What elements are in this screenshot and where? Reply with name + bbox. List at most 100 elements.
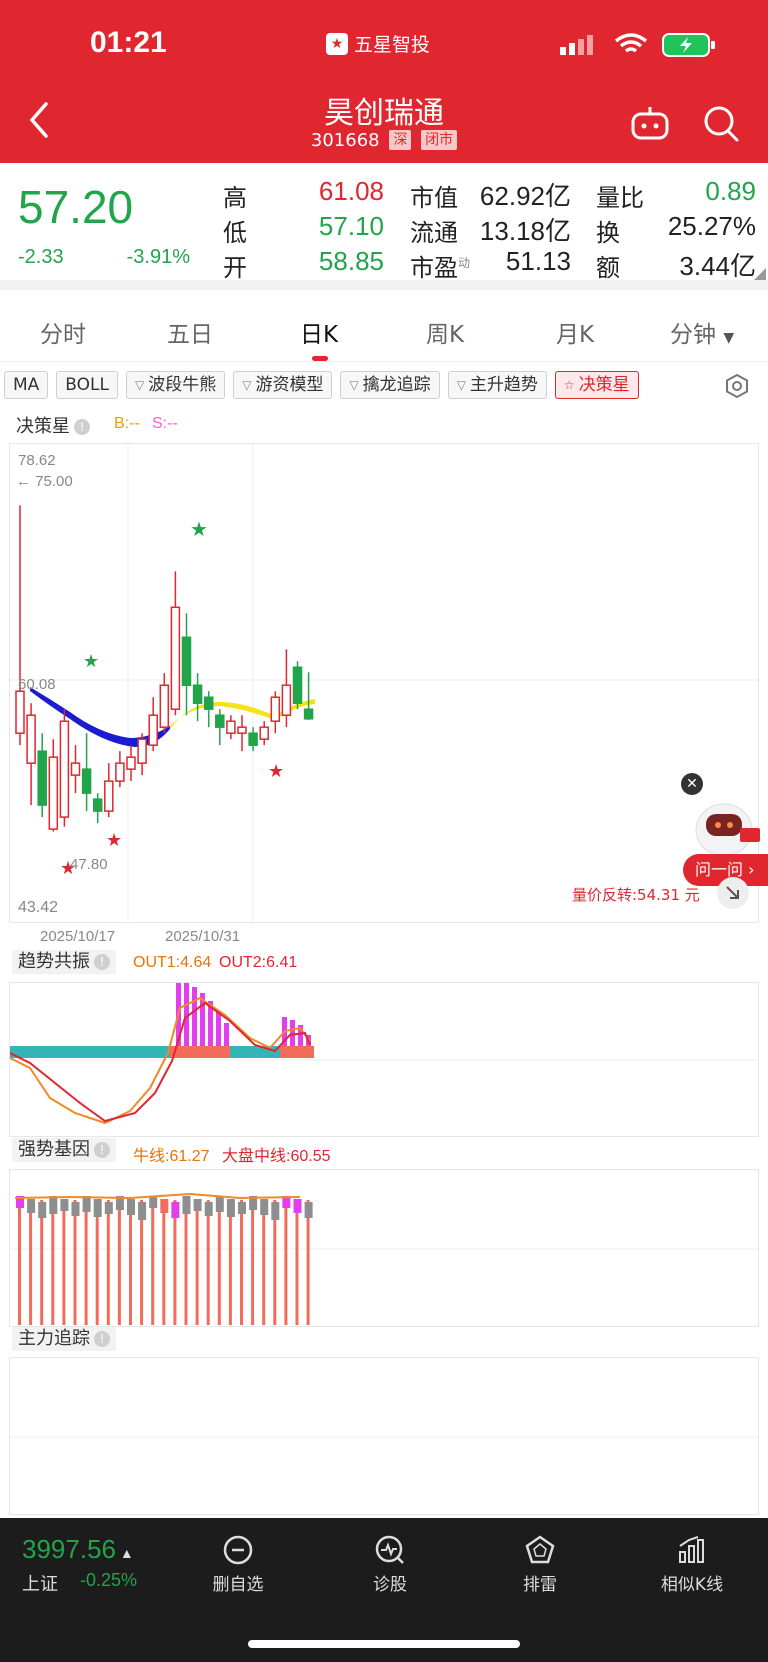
candle-body: [181, 636, 192, 686]
main-force-chart: [10, 1436, 760, 1438]
index-change: -0.25%: [80, 1570, 138, 1590]
strength-bar: [217, 1200, 221, 1325]
candle-body: [292, 666, 303, 704]
candle-body: [192, 684, 203, 704]
green-star-mark: ★: [190, 517, 208, 541]
similar-k-button[interactable]: 相似K线: [642, 1534, 742, 1595]
chip-band-bull-bear[interactable]: ▽ 波段牛熊: [125, 371, 226, 399]
candle-body: [303, 708, 314, 720]
candle-body: [48, 756, 59, 830]
risk-check-label: 排雷: [523, 1575, 557, 1595]
strength-market-line: 大盘中线:60.55: [222, 1148, 331, 1165]
similar-k-label: 相似K线: [660, 1575, 724, 1595]
risk-check-button[interactable]: 排雷: [490, 1534, 590, 1595]
strength-box: [193, 1199, 202, 1211]
strength-panel-title-text: 强势基因: [18, 1139, 90, 1160]
red-star-mark: ★: [106, 830, 122, 851]
y-mid-mark: 60.08: [18, 676, 56, 693]
index-value[interactable]: 3997.56 ▲: [22, 1534, 134, 1565]
home-indicator: [248, 1640, 520, 1648]
strength-bar: [62, 1200, 66, 1325]
strength-box: [293, 1199, 302, 1213]
market-state-tag: 闭市: [421, 130, 458, 150]
pe-label-sup: 动: [458, 256, 471, 270]
search-icon[interactable]: [702, 104, 740, 142]
info-icon[interactable]: !: [94, 1331, 110, 1347]
chip-decision-star[interactable]: ☆ 决策星: [554, 371, 639, 399]
high-label: 高: [223, 185, 247, 212]
y-min-label: 43.42: [18, 899, 59, 916]
float-cap-value: 13.18亿: [479, 216, 571, 246]
active-tab-indicator: [312, 356, 328, 361]
strength-box: [204, 1202, 213, 1216]
settings-icon[interactable]: [724, 373, 750, 399]
robot-icon[interactable]: [630, 104, 670, 142]
status-icons: [560, 32, 716, 58]
triangle-up-icon: ▲: [115, 1545, 134, 1561]
strength-box: [104, 1202, 113, 1214]
market-cap-value: 62.92亿: [479, 181, 571, 211]
strength-bar: [151, 1200, 155, 1325]
strength-box: [238, 1202, 246, 1214]
strength-box: [27, 1199, 36, 1213]
chip-dragon-track-label: 擒龙追踪: [362, 375, 431, 395]
status-app: ★ 五星智投: [326, 30, 430, 57]
candle-body: [126, 756, 136, 770]
index-name: 上证: [22, 1574, 58, 1595]
tab-five-day[interactable]: 五日: [167, 315, 213, 349]
chip-hot-money-label: 游资模型: [255, 375, 324, 395]
tab-daily-k[interactable]: 日K: [300, 315, 338, 349]
y-low-mark: 47.80: [70, 856, 108, 873]
candle-body: [37, 750, 47, 806]
candle-body: [159, 684, 170, 728]
bar-chart-icon: [679, 1536, 704, 1563]
strength-bar: [195, 1200, 199, 1325]
chip-hot-money-model[interactable]: ▽ 游资模型: [233, 371, 333, 399]
chip-main-rise[interactable]: ▽ 主升趋势: [447, 371, 547, 399]
diagnose-button[interactable]: 诊股: [340, 1534, 440, 1595]
info-icon[interactable]: !: [94, 954, 110, 970]
strength-chart: [10, 1192, 760, 1325]
info-icon[interactable]: !: [74, 419, 90, 435]
tab-minute[interactable]: 分钟 ▼: [670, 315, 734, 349]
strength-box: [171, 1202, 180, 1218]
candle-body: [237, 726, 247, 734]
diagnose-icon: [375, 1535, 404, 1564]
salmon-bar: [280, 1046, 314, 1058]
candle-body: [70, 762, 81, 776]
top-bar: 01:21 ★ 五星智投 昊创瑞通 301668 深 闭市: [0, 0, 768, 163]
candle-body: [59, 720, 70, 818]
cyan-bar: [230, 1046, 280, 1058]
amount-label: 额: [596, 255, 620, 282]
strength-bar: [84, 1200, 88, 1325]
strength-bar: [262, 1200, 266, 1325]
tab-minute-label: 分钟: [670, 322, 716, 348]
strength-bar: [51, 1200, 55, 1325]
expand-arrow-icon[interactable]: [716, 876, 750, 910]
candlestick-chart[interactable]: ★ ★ ★ ★ ★: [10, 444, 760, 924]
price-change-pct: -3.91%: [126, 246, 190, 268]
dropdown-icon: ▽: [134, 378, 145, 392]
candle-body: [170, 606, 181, 710]
chip-dragon-track[interactable]: ▽ 擒龙追踪: [340, 371, 440, 399]
strength-box: [226, 1199, 235, 1217]
low-value: 57.10: [318, 211, 384, 241]
candle-body: [26, 714, 36, 764]
tab-monthly-k[interactable]: 月K: [556, 315, 594, 349]
main-force-title-text: 主力追踪: [18, 1328, 90, 1349]
battery-icon: [662, 33, 715, 57]
chip-boll[interactable]: BOLL: [56, 371, 118, 399]
pe-label: 市盈动: [410, 248, 470, 283]
tab-intraday[interactable]: 分时: [40, 315, 86, 349]
remove-watchlist-button[interactable]: 删自选: [188, 1534, 288, 1595]
tab-weekly-k[interactable]: 周K: [426, 315, 464, 349]
main-force-title: 主力追踪!: [12, 1327, 116, 1351]
strength-bar: [73, 1200, 77, 1325]
high-value: 61.08: [318, 176, 384, 206]
info-icon[interactable]: !: [94, 1142, 110, 1158]
main-chart-title-text: 决策星: [16, 416, 70, 437]
strength-bar: [95, 1200, 99, 1325]
strength-bull-line: 牛线:61.27: [133, 1148, 210, 1165]
chip-ma[interactable]: MA: [4, 371, 49, 399]
robot-mascot-icon[interactable]: [684, 790, 764, 860]
